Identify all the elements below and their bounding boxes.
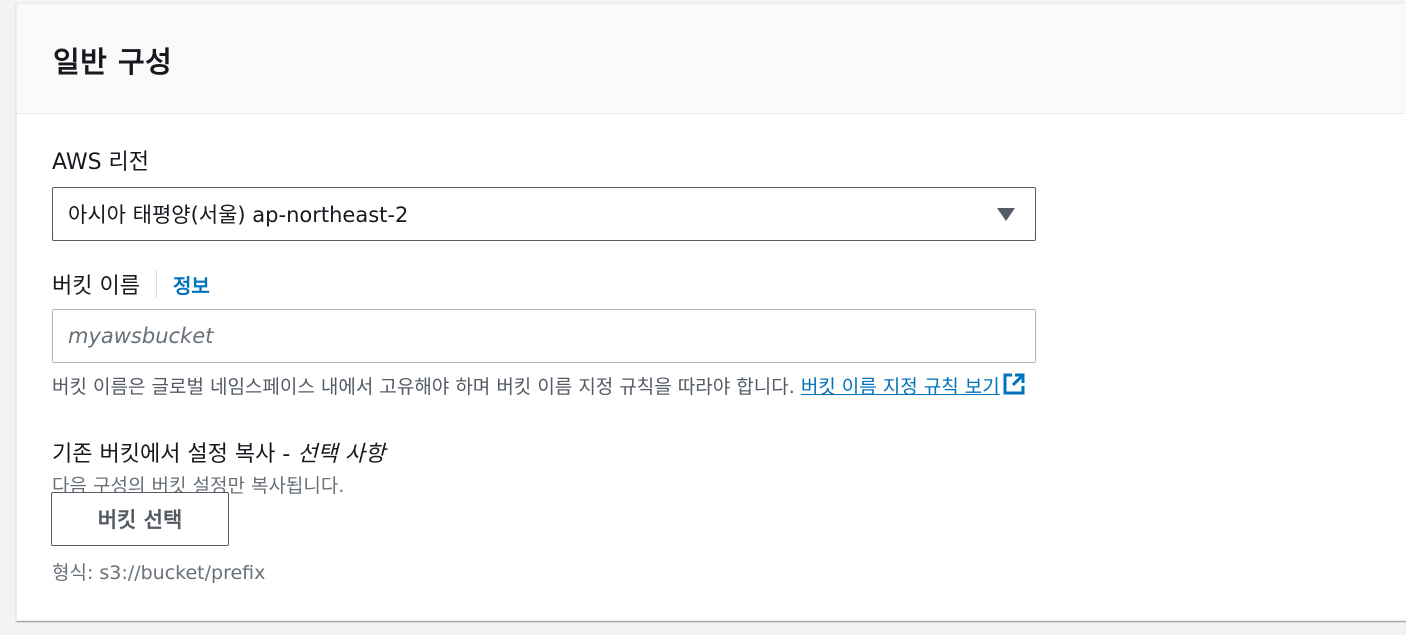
bucket-name-constraint: 버킷 이름은 글로벌 네임스페이스 내에서 고유해야 하며 버킷 이름 지정 규… (52, 372, 1026, 401)
naming-rules-link[interactable]: 버킷 이름 지정 규칙 보기 (800, 373, 1026, 398)
optional-text: 선택 사항 (297, 442, 386, 467)
external-link-icon (1002, 372, 1026, 401)
region-selected-value: 아시아 태평양(서울) ap-northeast-2 (68, 203, 409, 227)
choose-bucket-button[interactable]: 버킷 선택 (51, 492, 229, 546)
section-title: 일반 구성 (53, 44, 173, 79)
bucket-name-input[interactable] (52, 309, 1036, 363)
panel-header: 일반 구성 (17, 4, 1406, 114)
caret-down-icon (997, 208, 1015, 221)
label-divider (155, 270, 157, 298)
bucket-name-label-row: 버킷 이름 정보 (52, 268, 210, 300)
region-label: AWS 리전 (52, 150, 150, 175)
copy-settings-label-text: 기존 버킷에서 설정 복사 - (52, 442, 291, 467)
info-link[interactable]: 정보 (173, 270, 210, 299)
bucket-name-label: 버킷 이름 (52, 274, 140, 299)
region-select[interactable]: 아시아 태평양(서울) ap-northeast-2 (52, 187, 1036, 241)
format-hint: 형식: s3://bucket/prefix (52, 562, 266, 584)
constraint-text: 버킷 이름은 글로벌 네임스페이스 내에서 고유해야 하며 버킷 이름 지정 규… (52, 376, 795, 398)
naming-rules-link-text: 버킷 이름 지정 규칙 보기 (800, 376, 1000, 398)
copy-settings-label: 기존 버킷에서 설정 복사 - 선택 사항 (52, 436, 385, 468)
